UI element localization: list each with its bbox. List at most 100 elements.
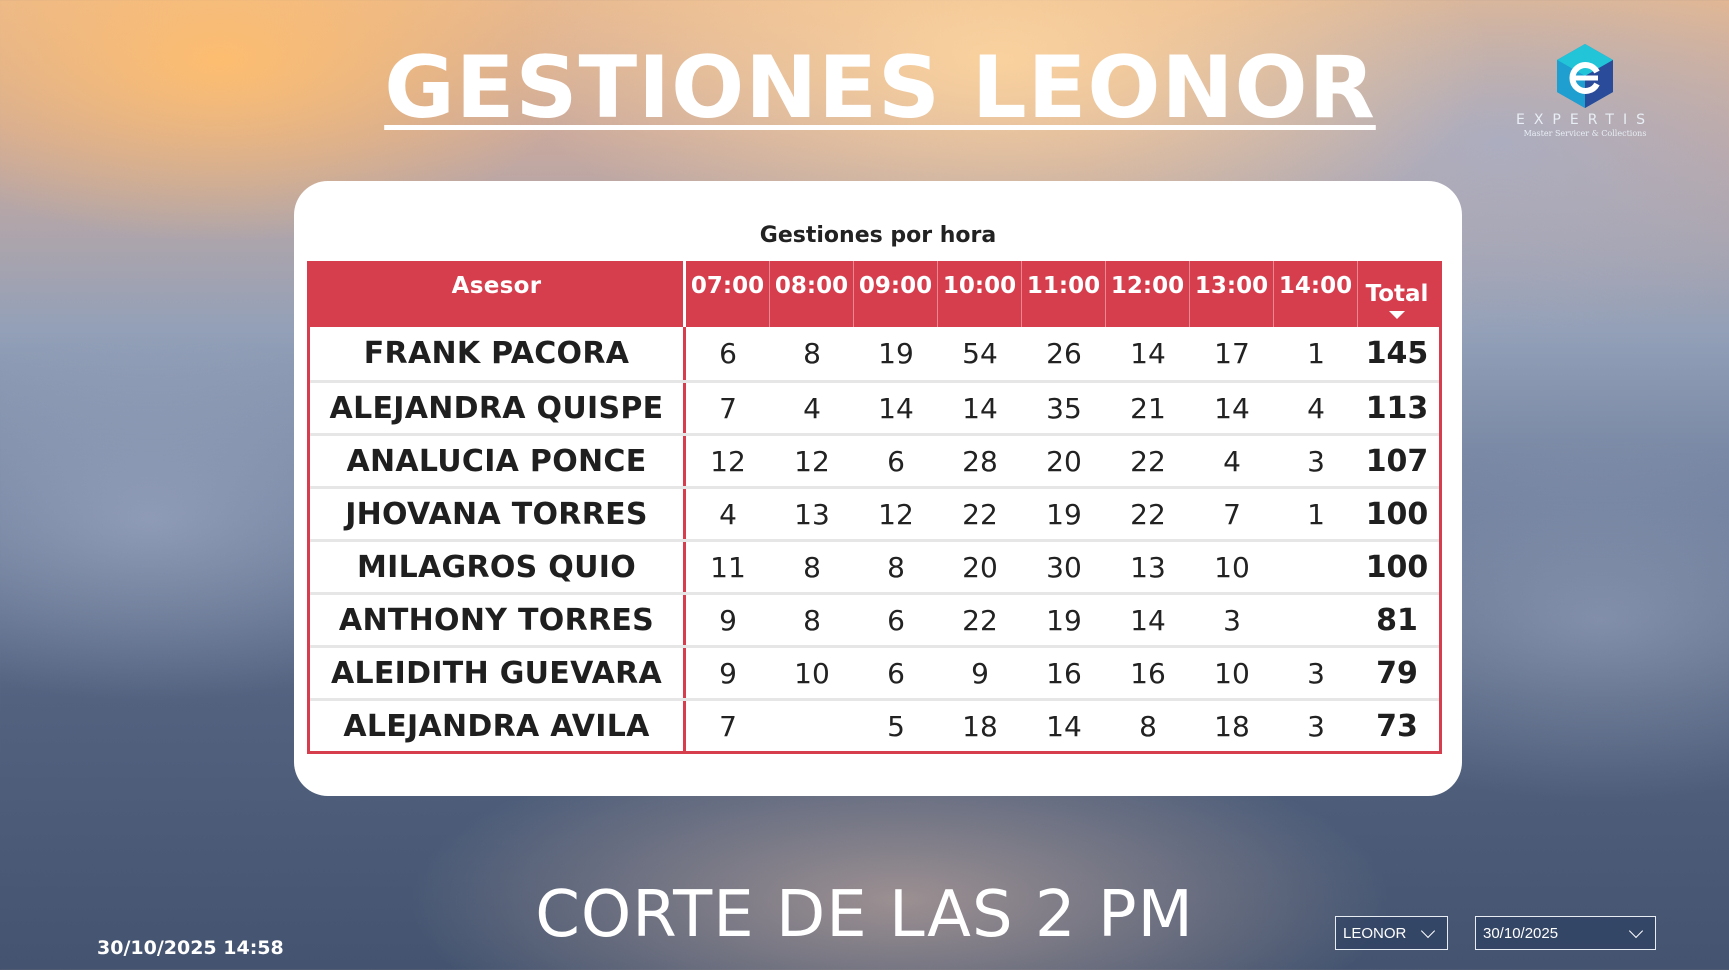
cell-hour: 1 bbox=[1307, 337, 1325, 370]
column-header-1200[interactable]: 12:00 bbox=[1106, 261, 1190, 327]
cell-hour: 54 bbox=[962, 337, 998, 370]
table-body: FRANK PACORA 6 8 19 54 26 14 17 1 145 ALEJANDRA QU… bbox=[310, 327, 1439, 751]
cell-hour: 1 bbox=[1307, 497, 1325, 531]
cell-hour: 14 bbox=[1130, 337, 1166, 370]
asesor-slicer-value: LEONOR bbox=[1343, 924, 1407, 942]
table-row[interactable]: ALEJANDRA QUISPE 7 4 14 14 35 21 14 4 113 bbox=[310, 380, 1439, 433]
cell-asesor: ANTHONY TORRES bbox=[310, 595, 686, 645]
cell-total: 73 bbox=[1376, 708, 1418, 744]
table-row[interactable]: JHOVANA TORRES 4 13 12 22 19 22 7 1 100 bbox=[310, 486, 1439, 539]
cell-hour: 3 bbox=[1307, 656, 1325, 690]
column-header-1000[interactable]: 10:00 bbox=[938, 261, 1022, 327]
logo-subtitle: Master Servicer & Collections bbox=[1523, 129, 1647, 138]
cell-asesor: ALEJANDRA AVILA bbox=[310, 701, 686, 751]
column-header-0900[interactable]: 09:00 bbox=[854, 261, 938, 327]
chevron-down-icon[interactable] bbox=[1420, 923, 1436, 938]
cell-hour: 10 bbox=[794, 656, 830, 690]
cell-total: 100 bbox=[1365, 496, 1429, 532]
column-header-1100[interactable]: 11:00 bbox=[1022, 261, 1106, 327]
cell-hour: 13 bbox=[1130, 550, 1166, 584]
cell-hour: 22 bbox=[962, 497, 998, 531]
cell-hour: 14 bbox=[962, 391, 998, 425]
cell-hour: 8 bbox=[803, 603, 821, 637]
column-header-total-label: Total bbox=[1365, 281, 1429, 307]
column-header-asesor[interactable]: Asesor bbox=[310, 261, 686, 327]
table-card: Gestiones por hora Asesor 07:00 08:00 09… bbox=[294, 181, 1462, 796]
cell-hour: 20 bbox=[1046, 444, 1082, 478]
column-header-0700[interactable]: 07:00 bbox=[686, 261, 770, 327]
cell-hour: 16 bbox=[1130, 656, 1166, 690]
cell-hour: 3 bbox=[1223, 603, 1241, 637]
cell-hour: 12 bbox=[710, 444, 746, 478]
cell-hour: 19 bbox=[1046, 603, 1082, 637]
cell-hour: 6 bbox=[887, 444, 905, 478]
cell-hour: 3 bbox=[1307, 709, 1325, 743]
cell-hour: 26 bbox=[1046, 337, 1082, 370]
chevron-down-icon[interactable] bbox=[1628, 923, 1644, 938]
cell-hour: 30 bbox=[1046, 550, 1082, 584]
cell-hour: 9 bbox=[719, 603, 737, 637]
column-header-1300[interactable]: 13:00 bbox=[1190, 261, 1274, 327]
expertis-logo-icon bbox=[1557, 44, 1613, 108]
refresh-timestamp: 30/10/2025 14:58 bbox=[97, 937, 284, 959]
cell-hour: 35 bbox=[1046, 391, 1082, 425]
cell-hour: 5 bbox=[887, 709, 905, 743]
cell-hour: 8 bbox=[803, 550, 821, 584]
table-row[interactable]: ALEJANDRA AVILA 7 5 18 14 8 18 3 73 bbox=[310, 698, 1439, 751]
column-header-0800[interactable]: 08:00 bbox=[770, 261, 854, 327]
cell-hour: 13 bbox=[794, 497, 830, 531]
cell-total: 107 bbox=[1365, 443, 1429, 479]
table-row[interactable]: FRANK PACORA 6 8 19 54 26 14 17 1 145 bbox=[310, 327, 1439, 380]
cell-hour: 4 bbox=[803, 391, 821, 425]
cell-hour: 28 bbox=[962, 444, 998, 478]
cell-hour: 7 bbox=[719, 709, 737, 743]
cell-asesor: JHOVANA TORRES bbox=[310, 489, 686, 539]
cell-hour: 14 bbox=[878, 391, 914, 425]
cell-hour: 16 bbox=[1046, 656, 1082, 690]
cell-hour: 17 bbox=[1214, 337, 1250, 370]
cell-hour: 4 bbox=[1223, 444, 1241, 478]
column-header-total[interactable]: Total bbox=[1358, 261, 1436, 327]
cell-hour: 21 bbox=[1130, 391, 1166, 425]
cell-hour: 3 bbox=[1307, 444, 1325, 478]
cell-hour: 12 bbox=[878, 497, 914, 531]
cell-hour: 20 bbox=[962, 550, 998, 584]
table-row[interactable]: ANALUCIA PONCE 12 12 6 28 20 22 4 3 107 bbox=[310, 433, 1439, 486]
cell-hour: 8 bbox=[887, 550, 905, 584]
table-row[interactable]: ALEIDITH GUEVARA 9 10 6 9 16 16 10 3 79 bbox=[310, 645, 1439, 698]
cell-total: 79 bbox=[1376, 655, 1418, 691]
fecha-slicer[interactable]: 30/10/2025 bbox=[1475, 916, 1656, 950]
cell-hour: 8 bbox=[1139, 709, 1157, 743]
asesor-slicer[interactable]: LEONOR bbox=[1335, 916, 1448, 950]
sort-descending-icon[interactable] bbox=[1389, 311, 1405, 319]
cell-asesor: ALEIDITH GUEVARA bbox=[310, 648, 686, 698]
cell-hour: 22 bbox=[1130, 444, 1166, 478]
fecha-slicer-value: 30/10/2025 bbox=[1483, 924, 1559, 942]
gestiones-table: Asesor 07:00 08:00 09:00 10:00 11:00 12:… bbox=[307, 261, 1442, 754]
cell-hour: 6 bbox=[887, 656, 905, 690]
cell-hour: 7 bbox=[1223, 497, 1241, 531]
cell-total: 81 bbox=[1376, 602, 1418, 638]
cell-hour: 7 bbox=[719, 391, 737, 425]
cell-asesor: FRANK PACORA bbox=[310, 327, 686, 380]
table-title: Gestiones por hora bbox=[759, 223, 997, 248]
cell-hour: 8 bbox=[803, 337, 821, 370]
cell-hour: 9 bbox=[971, 656, 989, 690]
table-row[interactable]: MILAGROS QUIO 11 8 8 20 30 13 10 100 bbox=[310, 539, 1439, 592]
logo-name: EXPERTIS bbox=[1515, 112, 1654, 128]
cell-total: 113 bbox=[1365, 390, 1429, 426]
cell-asesor: ANALUCIA PONCE bbox=[310, 436, 686, 486]
expertis-logo: EXPERTIS Master Servicer & Collections bbox=[1510, 42, 1660, 152]
cell-asesor: MILAGROS QUIO bbox=[310, 542, 686, 592]
table-row[interactable]: ANTHONY TORRES 9 8 6 22 19 14 3 81 bbox=[310, 592, 1439, 645]
column-header-1400[interactable]: 14:00 bbox=[1274, 261, 1358, 327]
cell-hour: 4 bbox=[719, 497, 737, 531]
cell-hour: 22 bbox=[962, 603, 998, 637]
cell-total: 145 bbox=[1365, 336, 1429, 371]
cell-hour: 22 bbox=[1130, 497, 1166, 531]
cell-hour: 10 bbox=[1214, 656, 1250, 690]
cell-hour bbox=[1274, 542, 1358, 592]
cell-hour: 6 bbox=[719, 337, 737, 370]
cell-hour: 14 bbox=[1046, 709, 1082, 743]
cell-hour: 18 bbox=[962, 709, 998, 743]
